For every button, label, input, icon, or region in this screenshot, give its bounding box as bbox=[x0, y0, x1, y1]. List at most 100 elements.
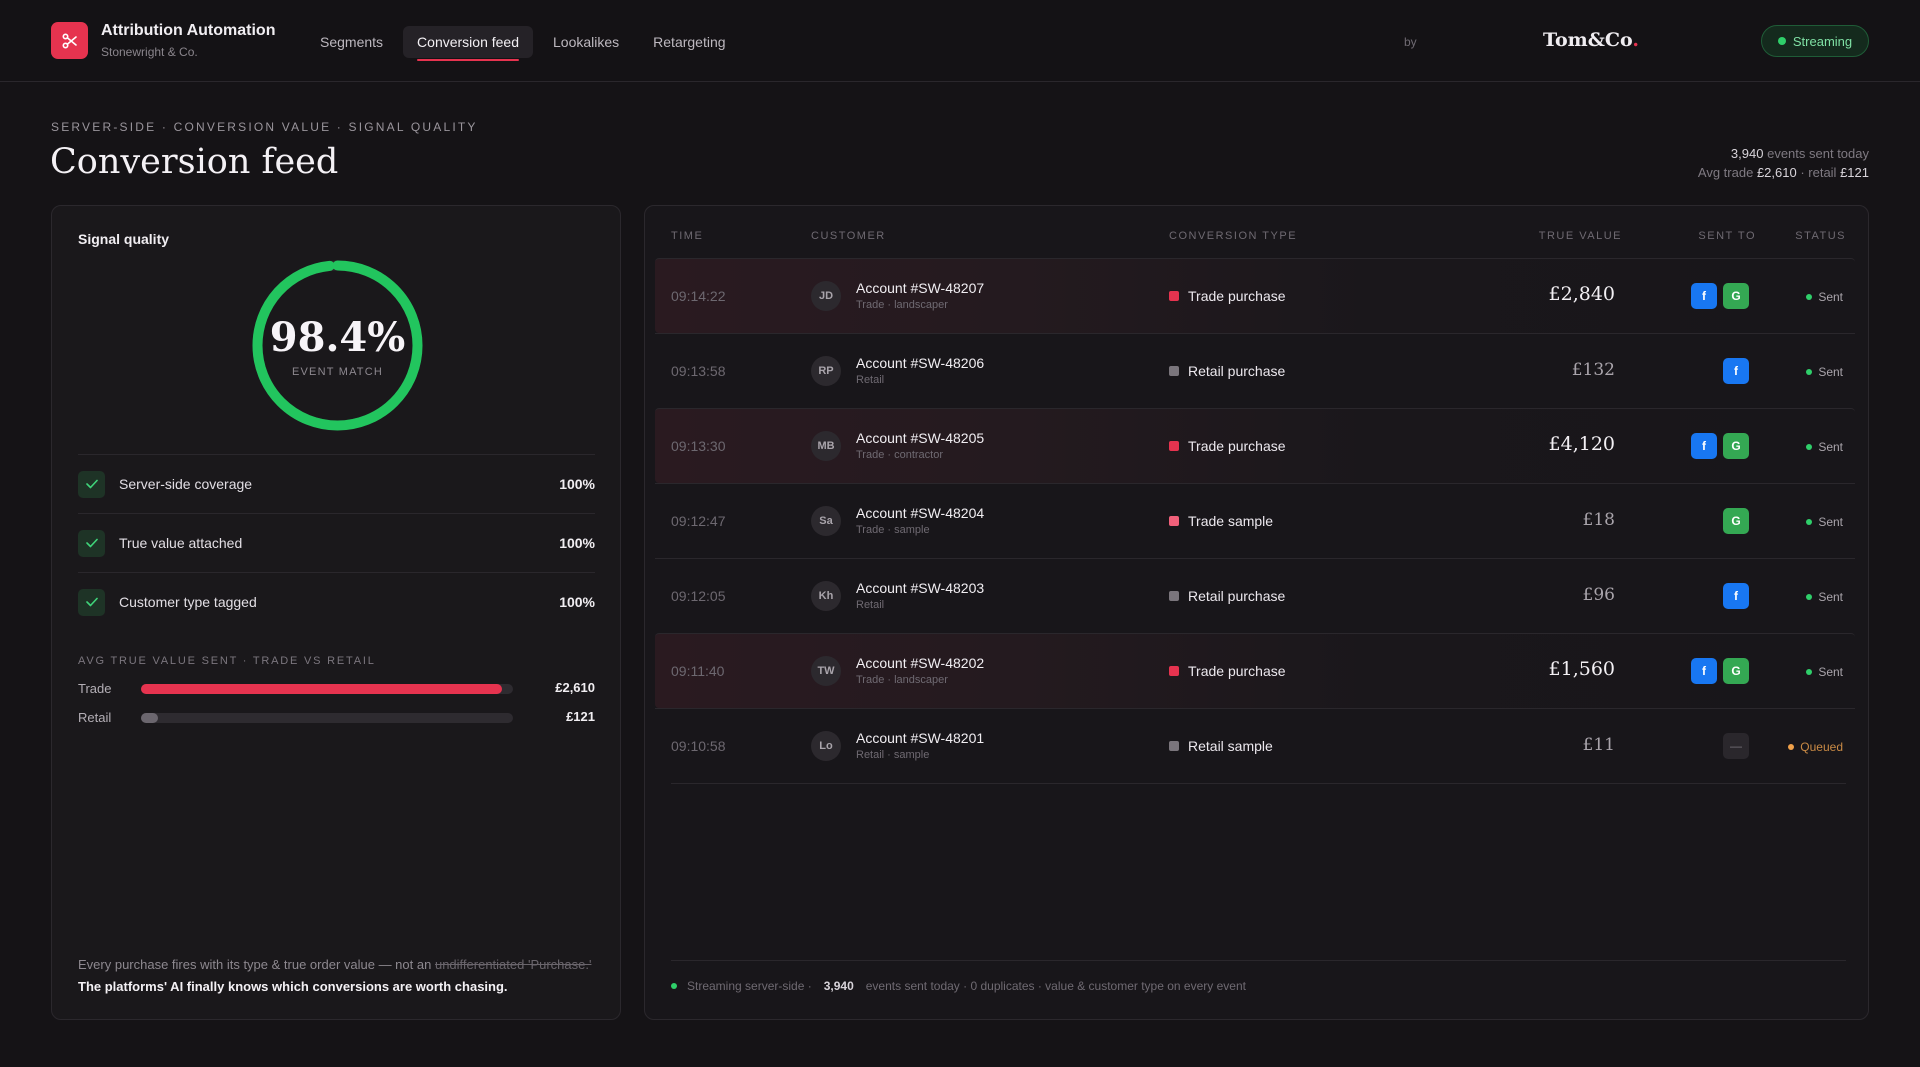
conversion-type-label: Retail purchase bbox=[1188, 363, 1286, 379]
feed-summary: 3,940 events sent today Avg trade £2,610… bbox=[1698, 144, 1869, 182]
true-value: £132 bbox=[1571, 360, 1615, 380]
check-row: True value attached 100% bbox=[78, 513, 595, 572]
footer-count: 3,940 bbox=[823, 979, 854, 993]
true-value: £11 bbox=[1582, 735, 1615, 755]
check-label: Customer type tagged bbox=[119, 594, 257, 610]
true-value: £96 bbox=[1582, 585, 1615, 605]
bar-value: £121 bbox=[566, 709, 595, 724]
avatar: TW bbox=[811, 656, 841, 686]
sent-to: — bbox=[1723, 733, 1749, 759]
account-name[interactable]: Account #SW-48207 bbox=[856, 280, 984, 296]
check-row: Customer type tagged 100% bbox=[78, 572, 595, 631]
tab-conversion-feed[interactable]: Conversion feed bbox=[403, 26, 533, 61]
col-status: STATUS bbox=[1795, 230, 1846, 242]
main-nav: Segments Conversion feed Lookalikes Retarge… bbox=[306, 26, 740, 61]
tab-lookalikes[interactable]: Lookalikes bbox=[539, 26, 633, 58]
status-label: Sent bbox=[1818, 290, 1843, 304]
none-icon: — bbox=[1723, 733, 1749, 759]
table-row[interactable]: 09:13:58 RP Account #SW-48206 Retail Retail … bbox=[655, 333, 1855, 408]
brand-name: Tom&Co bbox=[1543, 29, 1633, 51]
check-icon bbox=[78, 470, 105, 498]
type-color-icon bbox=[1169, 591, 1179, 601]
status-label: Sent bbox=[1818, 665, 1843, 679]
avatar: Lo bbox=[811, 731, 841, 761]
avg-value-label: AVG TRUE VALUE SENT · TRADE VS RETAIL bbox=[78, 655, 376, 667]
row-time: 09:13:30 bbox=[671, 438, 726, 454]
status-label: Sent bbox=[1818, 515, 1843, 529]
status-badge: Sent bbox=[1806, 440, 1843, 454]
true-value: £1,560 bbox=[1548, 658, 1615, 680]
tab-retargeting[interactable]: Retargeting bbox=[639, 26, 739, 58]
signal-footnote: Every purchase fires with its type & tru… bbox=[78, 954, 598, 998]
panel-title: Signal quality bbox=[78, 231, 170, 247]
account-segment: Trade · landscaper bbox=[856, 674, 948, 686]
conversion-type-label: Trade purchase bbox=[1188, 438, 1286, 454]
check-label: True value attached bbox=[119, 535, 243, 551]
account-name[interactable]: Account #SW-48203 bbox=[856, 580, 984, 596]
google-icon: G bbox=[1723, 508, 1749, 534]
account-segment: Retail bbox=[856, 599, 885, 611]
streaming-badge[interactable]: Streaming bbox=[1761, 25, 1869, 57]
avatar: MB bbox=[811, 431, 841, 461]
bar-track bbox=[141, 713, 513, 723]
status-label: Sent bbox=[1818, 590, 1843, 604]
status-badge: Sent bbox=[1806, 290, 1843, 304]
sent-to: fG bbox=[1691, 283, 1749, 309]
account-name[interactable]: Account #SW-48205 bbox=[856, 430, 984, 446]
col-time: TIME bbox=[671, 230, 704, 242]
event-match-value: 98.4% bbox=[269, 314, 406, 361]
account-name[interactable]: Account #SW-48201 bbox=[856, 730, 984, 746]
by-label: by bbox=[1404, 35, 1417, 49]
bar-row-trade: Trade £2,610 bbox=[78, 678, 595, 698]
conversion-type: Retail purchase bbox=[1169, 363, 1285, 379]
col-value: TRUE VALUE bbox=[1538, 230, 1622, 242]
conversion-type: Trade purchase bbox=[1169, 663, 1286, 679]
row-time: 09:12:05 bbox=[671, 588, 726, 604]
account-segment: Trade · contractor bbox=[856, 449, 944, 461]
row-time: 09:14:22 bbox=[671, 288, 726, 304]
avatar: Sa bbox=[811, 506, 841, 536]
google-icon: G bbox=[1723, 433, 1749, 459]
status-label: Sent bbox=[1818, 365, 1843, 379]
conversion-type: Trade sample bbox=[1169, 513, 1273, 529]
bar-row-retail: Retail £121 bbox=[78, 707, 595, 727]
tab-segments[interactable]: Segments bbox=[306, 26, 397, 58]
sent-to: f bbox=[1723, 358, 1749, 384]
events-text: events sent today bbox=[1767, 146, 1869, 161]
table-row[interactable]: 09:12:05 Kh Account #SW-48203 Retail Retail … bbox=[655, 558, 1855, 633]
status-badge: Sent bbox=[1806, 515, 1843, 529]
streaming-label: Streaming bbox=[1792, 33, 1853, 49]
quality-checks: Server-side coverage 100% True value attac… bbox=[78, 454, 595, 631]
page-eyebrow: SERVER-SIDE · CONVERSION VALUE · SIGNAL … bbox=[51, 120, 478, 134]
table-body: 09:14:22 JD Account #SW-48207 Trade · lands… bbox=[655, 258, 1855, 784]
brand-dot: . bbox=[1632, 29, 1639, 51]
app-title: Attribution Automation bbox=[101, 22, 276, 39]
type-color-icon bbox=[1169, 516, 1179, 526]
table-row[interactable]: 09:11:40 TW Account #SW-48202 Trade · lands… bbox=[655, 633, 1855, 708]
table-row[interactable]: 09:10:58 Lo Account #SW-48201 Retail · samp… bbox=[655, 708, 1855, 783]
conversion-type-label: Trade purchase bbox=[1188, 288, 1286, 304]
account-name[interactable]: Account #SW-48206 bbox=[856, 355, 984, 371]
account-name[interactable]: Account #SW-48204 bbox=[856, 505, 984, 521]
footnote-bold: The platforms' AI finally knows which co… bbox=[78, 979, 508, 994]
status-dot-icon bbox=[1806, 594, 1813, 600]
bar-value: £2,610 bbox=[555, 680, 595, 695]
retail-label: · retail bbox=[1800, 165, 1837, 180]
conversion-type-label: Retail sample bbox=[1188, 738, 1273, 754]
bar-label: Retail bbox=[78, 710, 112, 725]
table-row[interactable]: 09:12:47 Sa Account #SW-48204 Trade · sampl… bbox=[655, 483, 1855, 558]
avatar: JD bbox=[811, 281, 841, 311]
check-value: 100% bbox=[559, 476, 595, 492]
app-subtitle: Stonewright & Co. bbox=[101, 45, 198, 59]
conversion-type-label: Retail purchase bbox=[1188, 588, 1286, 604]
table-row[interactable]: 09:13:30 MB Account #SW-48205 Trade · contr… bbox=[655, 408, 1855, 483]
signal-quality-panel: Signal quality 98.4% EVENT MATCH Server-… bbox=[51, 205, 621, 1020]
conversion-type: Retail sample bbox=[1169, 738, 1273, 754]
app-logo[interactable] bbox=[51, 22, 88, 59]
account-name[interactable]: Account #SW-48202 bbox=[856, 655, 984, 671]
col-sent-to: SENT TO bbox=[1698, 230, 1756, 242]
table-row[interactable]: 09:14:22 JD Account #SW-48207 Trade · lands… bbox=[655, 258, 1855, 333]
conversion-type: Trade purchase bbox=[1169, 438, 1286, 454]
conversion-type-label: Trade sample bbox=[1188, 513, 1274, 529]
check-icon bbox=[78, 529, 105, 557]
